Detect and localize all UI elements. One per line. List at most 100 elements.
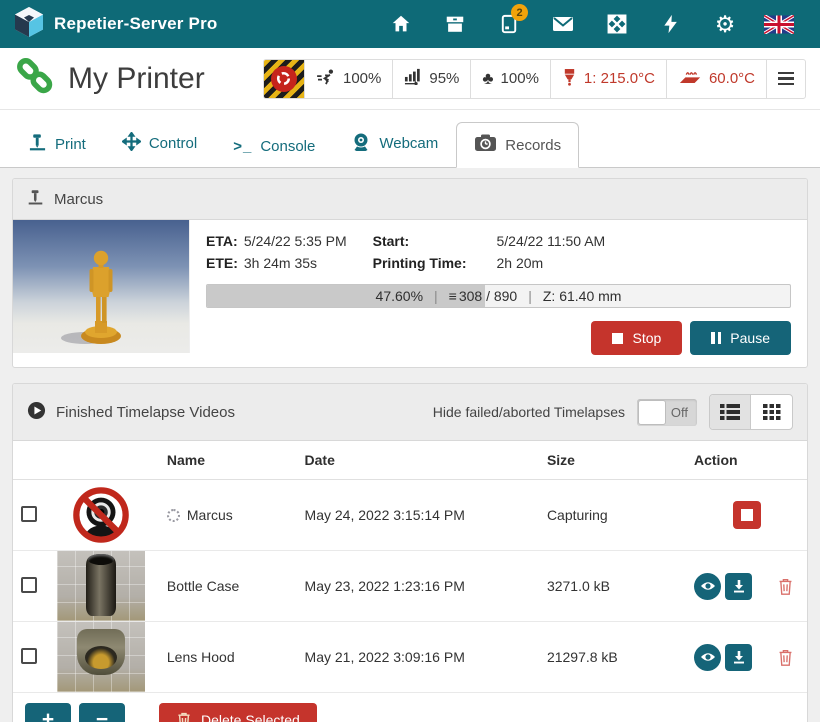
- trash-icon: [176, 711, 192, 722]
- timelapse-date: May 23, 2022 1:23:16 PM: [297, 551, 539, 622]
- lightning-icon[interactable]: [644, 0, 698, 48]
- progress-z: Z: 61.40 mm: [543, 288, 622, 304]
- progress-text: 47.60% | ≡308 / 890 | Z: 61.40 mm: [207, 285, 790, 307]
- extruder-temp-status[interactable]: 1: 215.0°C: [550, 59, 667, 99]
- active-job-panel: Marcus: [12, 178, 808, 368]
- tab-console[interactable]: >_ Console: [215, 126, 333, 167]
- brand[interactable]: Repetier-Server Pro: [14, 6, 217, 43]
- plus-icon: +: [42, 708, 54, 722]
- printer-name: My Printer: [68, 62, 205, 96]
- records-camera-icon: [474, 134, 497, 156]
- row-checkbox[interactable]: [21, 506, 37, 522]
- tab-records[interactable]: Records: [456, 122, 579, 168]
- video-thumbnail[interactable]: [57, 622, 145, 692]
- no-webcam-thumbnail[interactable]: [57, 480, 145, 550]
- fan-icon: ♣: [482, 70, 493, 87]
- minus-icon: −: [96, 708, 108, 722]
- records-content: Marcus: [0, 168, 820, 722]
- flow-icon: [404, 68, 422, 89]
- app-title: Repetier-Server Pro: [54, 14, 217, 34]
- bed-temp-value: 60.0°C: [709, 70, 755, 87]
- navbar-icons: 2 ⚙: [374, 0, 806, 48]
- delete-row-button[interactable]: [772, 644, 799, 671]
- job-name: Marcus: [54, 191, 103, 208]
- timelapse-header-controls: Hide failed/aborted Timelapses Off: [433, 394, 793, 430]
- preview-button[interactable]: [694, 644, 721, 671]
- timelapse-name: Lens Hood: [167, 649, 235, 665]
- console-icon: >_: [233, 138, 252, 155]
- view-mode-group: [709, 394, 793, 430]
- stop-button[interactable]: Stop: [591, 321, 682, 355]
- fan-status[interactable]: ♣ 100%: [470, 59, 551, 99]
- printer-menu-button[interactable]: [766, 59, 806, 99]
- download-button[interactable]: [725, 573, 752, 600]
- col-header-action: Action: [686, 441, 807, 480]
- control-move-icon: [122, 132, 141, 155]
- start-value: 5/24/22 11:50 AM: [497, 230, 606, 252]
- printer-tabs: Print Control >_ Console Webcam: [0, 110, 820, 168]
- tab-control[interactable]: Control: [104, 120, 215, 167]
- row-checkbox[interactable]: [21, 577, 37, 593]
- layers-icon: ≡: [449, 288, 457, 304]
- home-icon[interactable]: [374, 0, 428, 48]
- print-progress-bar: 47.60% | ≡308 / 890 | Z: 61.40 mm: [206, 284, 791, 308]
- download-button[interactable]: [725, 644, 752, 671]
- printing-time-label: Printing Time:: [373, 252, 467, 274]
- hamburger-icon: [778, 72, 794, 86]
- timelapse-footer: + − Delete Selected: [13, 692, 807, 722]
- delete-row-button[interactable]: [772, 573, 799, 600]
- tab-print[interactable]: Print: [10, 121, 104, 167]
- start-label: Start:: [373, 230, 467, 252]
- fan-value: 100%: [501, 70, 539, 87]
- flow-status[interactable]: 95%: [392, 59, 471, 99]
- ete-value: 3h 24m 35s: [244, 252, 347, 274]
- delete-selected-button[interactable]: Delete Selected: [159, 703, 317, 722]
- stop-icon: [612, 333, 623, 344]
- gear-icon[interactable]: ⚙: [698, 0, 752, 48]
- print-icon: [28, 133, 47, 155]
- timelapse-title: Finished Timelapse Videos: [56, 404, 235, 421]
- deselect-all-button[interactable]: −: [79, 703, 125, 722]
- speed-icon: [316, 69, 336, 89]
- pause-button[interactable]: Pause: [690, 321, 791, 355]
- flow-value: 95%: [429, 70, 459, 87]
- job-body: ETA: 5/24/22 5:35 PM ETE: 3h 24m 35s Sta…: [13, 220, 807, 367]
- col-header-size: Size: [539, 441, 686, 480]
- progress-percent: 47.60%: [376, 288, 423, 304]
- row-checkbox[interactable]: [21, 648, 37, 664]
- col-header-date: Date: [297, 441, 539, 480]
- eta-value: 5/24/22 5:35 PM: [244, 230, 347, 252]
- mail-icon[interactable]: [536, 0, 590, 48]
- tab-webcam[interactable]: Webcam: [333, 120, 456, 167]
- hide-failed-toggle[interactable]: Off: [637, 399, 697, 426]
- grid-view-button[interactable]: [751, 395, 792, 429]
- stop-recording-button[interactable]: [733, 501, 761, 529]
- timelapse-name: Marcus: [187, 507, 233, 523]
- timelapse-name: Bottle Case: [167, 578, 239, 594]
- stop-icon: [741, 509, 753, 521]
- timelapse-size: 21297.8 kB: [539, 622, 686, 693]
- heated-bed-icon: [678, 68, 702, 89]
- printer-queue-icon[interactable]: 2: [482, 0, 536, 48]
- extruder-icon: [562, 68, 577, 90]
- navbar: Repetier-Server Pro 2 ⚙: [0, 0, 820, 48]
- table-header-row: Name Date Size Action: [13, 441, 807, 480]
- eta-label: ETA:: [206, 230, 238, 252]
- timelapse-panel: Finished Timelapse Videos Hide failed/ab…: [12, 383, 808, 722]
- preview-button[interactable]: [694, 573, 721, 600]
- select-all-button[interactable]: +: [25, 703, 71, 722]
- bed-temp-status[interactable]: 60.0°C: [666, 59, 767, 99]
- printing-time-value: 2h 20m: [497, 252, 606, 274]
- speed-status[interactable]: 100%: [304, 59, 393, 99]
- video-thumbnail[interactable]: [57, 551, 145, 621]
- ete-label: ETE:: [206, 252, 238, 274]
- list-view-button[interactable]: [710, 395, 751, 429]
- capturing-spinner-icon: [167, 509, 180, 522]
- archive-icon[interactable]: [428, 0, 482, 48]
- emergency-stop-button[interactable]: [263, 59, 305, 99]
- language-flag-icon[interactable]: [752, 0, 806, 48]
- repetier-logo-icon: [14, 6, 44, 43]
- job-times: ETA: 5/24/22 5:35 PM ETE: 3h 24m 35s Sta…: [206, 230, 791, 274]
- expand-icon[interactable]: [590, 0, 644, 48]
- table-row: Bottle Case May 23, 2022 1:23:16 PM 3271…: [13, 551, 807, 622]
